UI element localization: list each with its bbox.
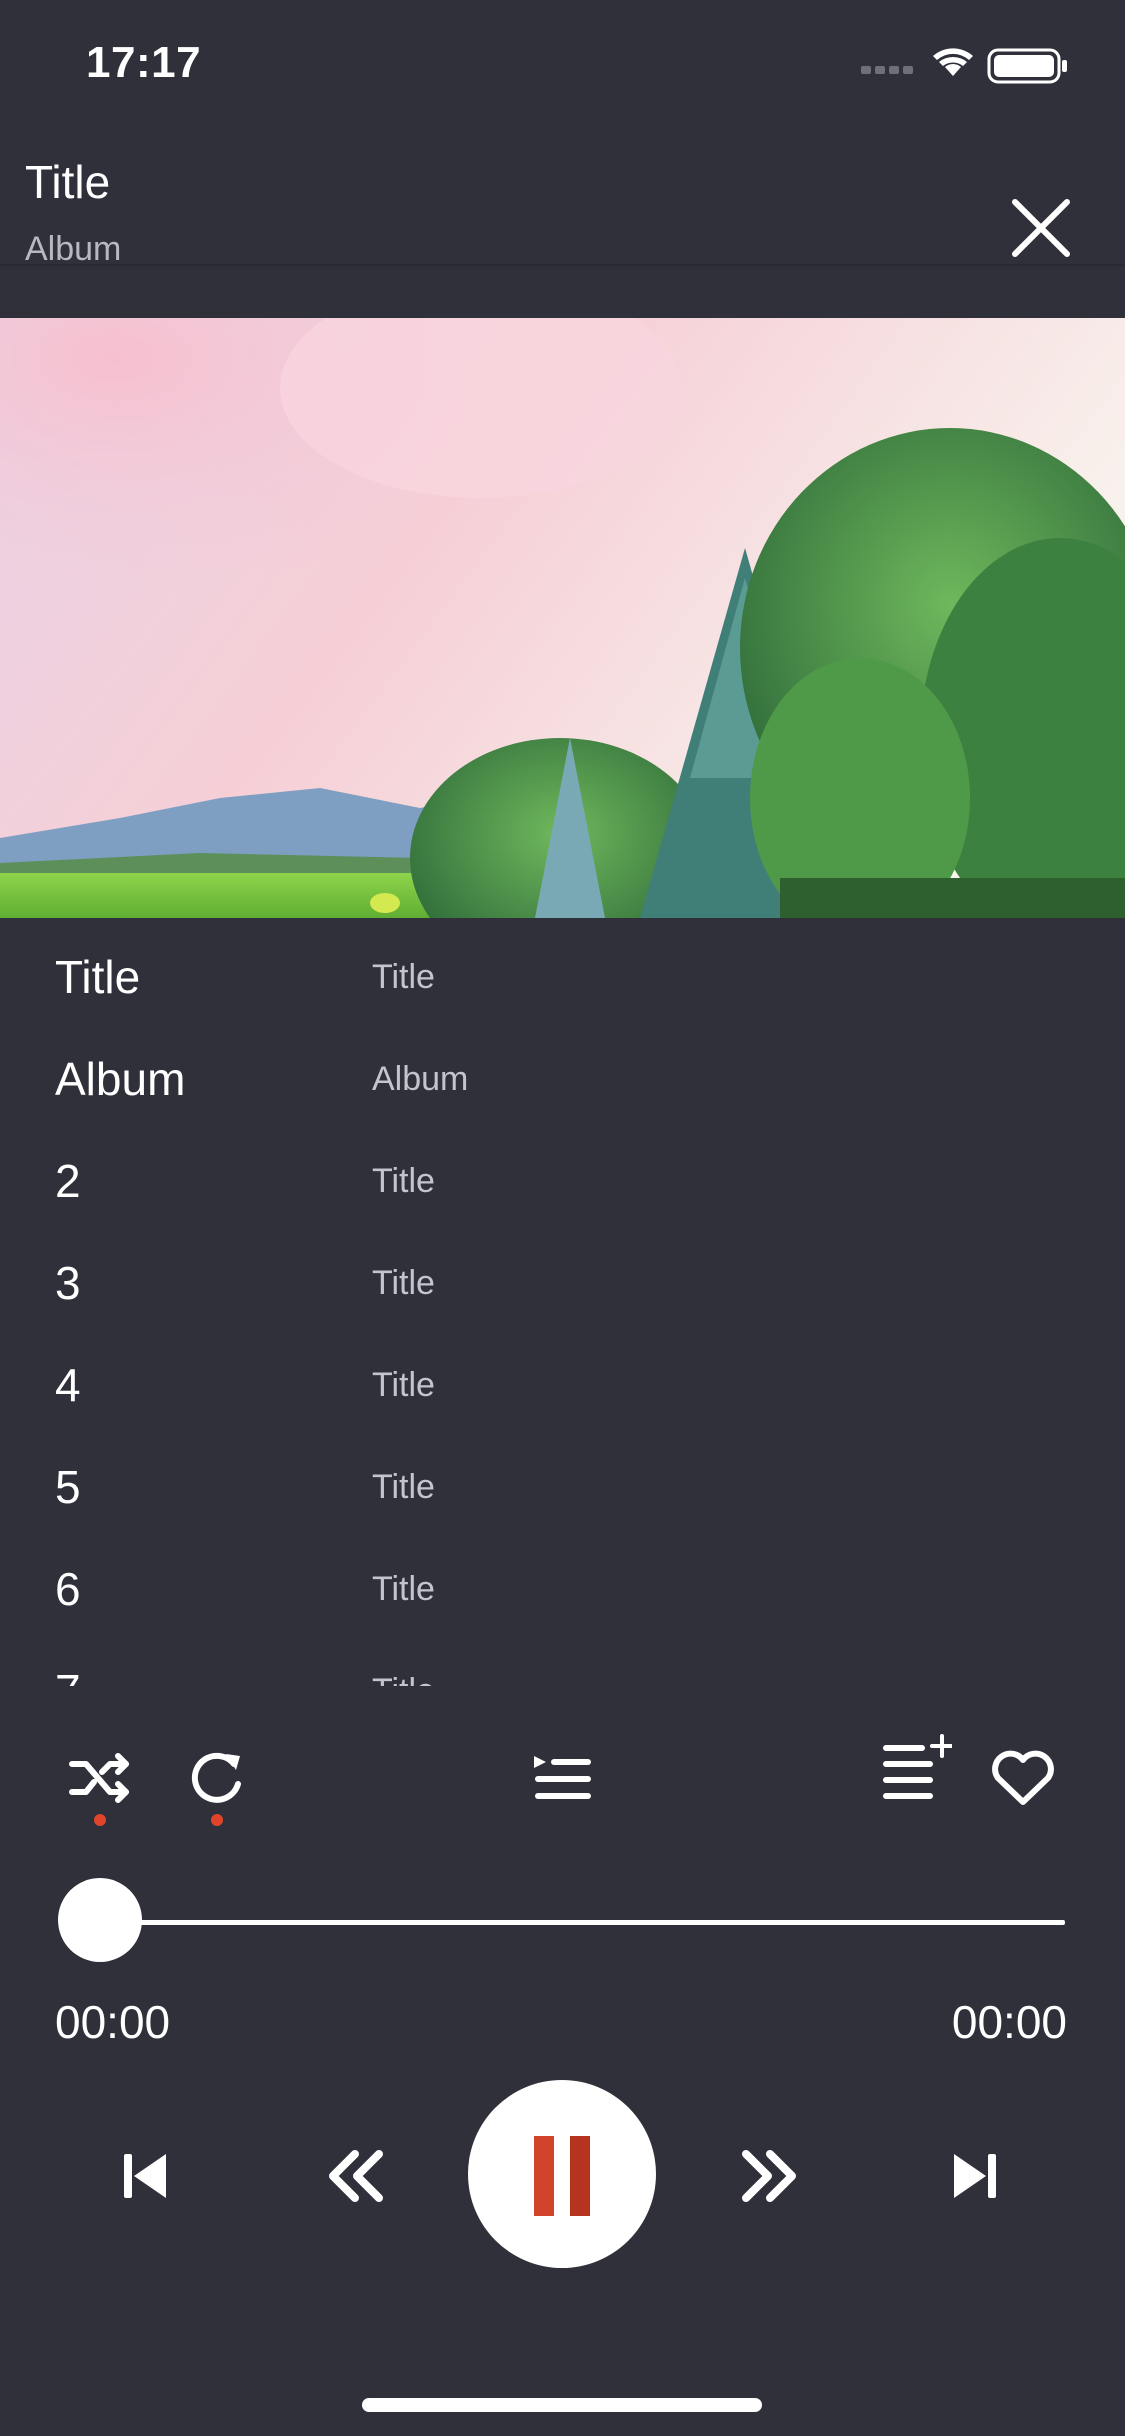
- now-playing-album: Album: [25, 232, 122, 266]
- status-time: 17:17: [86, 38, 202, 87]
- close-icon[interactable]: [1003, 190, 1079, 266]
- track-row[interactable]: 7 Title: [0, 1642, 1125, 1686]
- queue-icon[interactable]: [532, 1752, 592, 1806]
- track-title: Title: [372, 1366, 435, 1404]
- track-title: Album: [372, 1060, 469, 1098]
- track-title: Title: [372, 1672, 435, 1686]
- repeat-active-indicator: [211, 1814, 223, 1826]
- track-title: Title: [372, 1162, 435, 1200]
- track-number: Title: [55, 951, 141, 1003]
- fast-forward-icon[interactable]: [738, 2148, 800, 2204]
- header-divider: [0, 264, 1125, 266]
- home-indicator: [362, 2398, 762, 2412]
- battery-icon: [987, 48, 1067, 84]
- track-row[interactable]: Album Album: [0, 1030, 1125, 1132]
- wifi-icon: [933, 48, 973, 76]
- signal-icon: [861, 66, 913, 74]
- track-number: 5: [55, 1461, 81, 1513]
- album-artwork: [0, 318, 1125, 918]
- repeat-icon[interactable]: [186, 1746, 248, 1808]
- progress-bar[interactable]: [100, 1920, 1065, 1925]
- elapsed-time: 00:00: [55, 1996, 171, 2048]
- progress-thumb[interactable]: [58, 1878, 142, 1962]
- track-number: 4: [55, 1359, 81, 1411]
- track-title: Title: [372, 1570, 435, 1608]
- track-number: 3: [55, 1257, 81, 1309]
- skip-previous-icon[interactable]: [120, 2150, 170, 2202]
- track-title: Title: [372, 958, 435, 996]
- track-number: 7: [55, 1664, 81, 1686]
- track-number: Album: [55, 1053, 186, 1105]
- shuffle-active-indicator: [94, 1814, 106, 1826]
- track-title: Title: [372, 1468, 435, 1506]
- shuffle-icon[interactable]: [66, 1748, 136, 1808]
- skip-next-icon[interactable]: [950, 2150, 1000, 2202]
- rewind-icon[interactable]: [325, 2148, 387, 2204]
- track-number: 6: [55, 1563, 81, 1615]
- heart-icon[interactable]: [990, 1748, 1056, 1808]
- track-row[interactable]: 4 Title: [0, 1336, 1125, 1438]
- track-number: 2: [55, 1155, 81, 1207]
- track-row[interactable]: 5 Title: [0, 1438, 1125, 1540]
- pause-icon[interactable]: [532, 2136, 592, 2216]
- track-list[interactable]: Title Title Album Album 2 Title 3 Title …: [0, 928, 1125, 1686]
- track-row[interactable]: 3 Title: [0, 1234, 1125, 1336]
- status-icons: [861, 48, 1067, 84]
- duration-time: 00:00: [951, 1996, 1067, 2048]
- track-row[interactable]: Title Title: [0, 928, 1125, 1030]
- track-row[interactable]: 2 Title: [0, 1132, 1125, 1234]
- now-playing-title: Title: [25, 156, 111, 208]
- track-row[interactable]: 6 Title: [0, 1540, 1125, 1642]
- track-title: Title: [372, 1264, 435, 1302]
- add-to-playlist-icon[interactable]: [880, 1732, 952, 1806]
